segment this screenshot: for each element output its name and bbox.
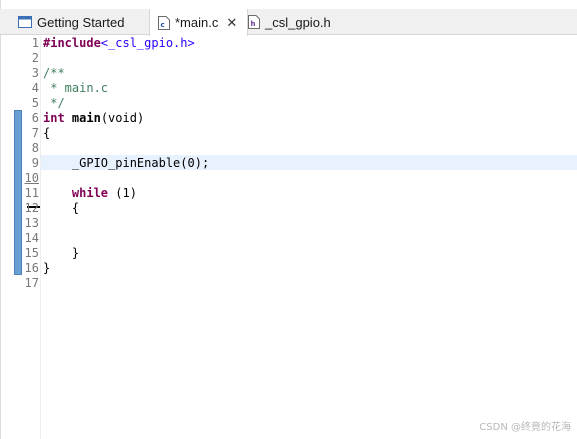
code-line: 13 xyxy=(0,216,577,231)
tab-label: _csl_gpio.h xyxy=(265,14,331,30)
code-line: 5 */ xyxy=(0,96,577,111)
tab-label: *main.c xyxy=(175,15,219,30)
code-line: 3 /** xyxy=(0,66,577,81)
c-file-icon: c xyxy=(158,15,170,30)
editor-tab-bar: Getting Started c *main.c ✕ h _csl_gpio.… xyxy=(0,9,577,36)
function-call: _GPIO_pinEnable(0); xyxy=(71,156,210,170)
while-condition: (1) xyxy=(108,186,137,200)
code-line: 9 _GPIO_pinEnable(0); xyxy=(0,156,577,171)
tab-getting-started[interactable]: Getting Started xyxy=(18,9,124,35)
line-number: 4 xyxy=(31,81,39,95)
line-code: _GPIO_pinEnable(0); xyxy=(43,156,209,171)
code-line: 10 xyxy=(0,171,577,186)
line-number: 2 xyxy=(31,51,39,65)
watermark: CSDN @终竟的花海 xyxy=(479,422,571,433)
close-brace: } xyxy=(43,261,51,275)
include-file: <_csl_gpio.h> xyxy=(100,36,195,50)
close-icon[interactable]: ✕ xyxy=(226,15,237,31)
line-number: 6 xyxy=(31,111,39,125)
line-number: 10 xyxy=(24,171,39,185)
int-keyword: int xyxy=(43,111,65,125)
line-number: 7 xyxy=(31,126,39,140)
code-line: 6 int main(void) xyxy=(0,111,577,126)
code-line: 14 xyxy=(0,231,577,246)
line-number: 12 xyxy=(24,201,39,215)
code-line: 15 } xyxy=(0,246,577,261)
line-number: 11 xyxy=(24,186,39,200)
code-line: 2 xyxy=(0,51,577,66)
ide-window: Getting Started c *main.c ✕ h _csl_gpio.… xyxy=(0,0,577,439)
line-code: while (1) xyxy=(43,186,137,201)
code-line: 17 xyxy=(0,276,577,291)
line-number: 13 xyxy=(24,216,39,230)
tab-label: Getting Started xyxy=(37,14,125,30)
code-line: 7 { xyxy=(0,126,577,141)
open-brace: { xyxy=(43,201,80,215)
line-code: #include<_csl_gpio.h> xyxy=(43,36,195,51)
line-number: 16 xyxy=(24,261,39,275)
code-line: 1 #include<_csl_gpio.h> xyxy=(0,36,577,51)
svg-text:h: h xyxy=(251,20,256,28)
code-editor[interactable]: 1 #include<_csl_gpio.h> 2 3 /** 4 * main… xyxy=(0,36,577,439)
comment-text: */ xyxy=(43,96,65,110)
h-file-icon: h xyxy=(248,15,260,29)
line-number: 15 xyxy=(24,246,39,260)
line-number: 1 xyxy=(31,36,39,50)
open-brace: { xyxy=(43,126,51,140)
comment-text: /** xyxy=(43,66,65,80)
line-number: 5 xyxy=(31,96,39,110)
line-number: 17 xyxy=(24,276,39,290)
comment-text: * main.c xyxy=(43,81,109,95)
tab-main-c[interactable]: c *main.c ✕ xyxy=(149,9,249,36)
tab-csl-gpio-h[interactable]: h _csl_gpio.h xyxy=(248,9,331,35)
line-number: 8 xyxy=(31,141,39,155)
code-line: 12 { xyxy=(0,201,577,216)
function-name: main xyxy=(71,111,101,125)
code-line: 11 while (1) xyxy=(0,186,577,201)
line-code: int main(void) xyxy=(43,111,144,126)
svg-text:c: c xyxy=(161,21,165,29)
function-params: (void) xyxy=(100,111,145,125)
line-number: 9 xyxy=(31,156,39,170)
line-number: 3 xyxy=(31,66,39,80)
include-keyword: #include xyxy=(43,36,101,50)
code-line: 4 * main.c xyxy=(0,81,577,96)
code-line: 16 } xyxy=(0,261,577,276)
code-line: 8 xyxy=(0,141,577,156)
welcome-page-icon xyxy=(18,15,32,29)
close-brace: } xyxy=(43,246,80,260)
while-keyword: while xyxy=(71,186,109,200)
line-number: 14 xyxy=(24,231,39,245)
